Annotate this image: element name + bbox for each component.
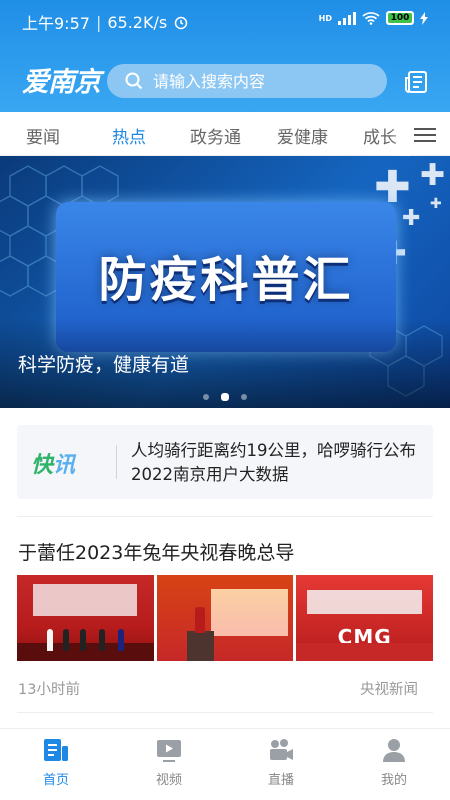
tab-yaowen[interactable]: 要闻 bbox=[26, 123, 60, 148]
search-input[interactable] bbox=[153, 71, 373, 91]
tab-aijiankang[interactable]: 爱健康 bbox=[277, 123, 328, 148]
tab-redian[interactable]: 热点 bbox=[112, 123, 146, 148]
battery-icon: 100 bbox=[386, 11, 414, 25]
banner-caption: 科学防疫，健康有道 bbox=[18, 354, 190, 376]
divider bbox=[17, 712, 433, 713]
divider bbox=[17, 516, 433, 517]
video-icon bbox=[157, 740, 181, 762]
search-icon bbox=[125, 72, 143, 90]
alarm-icon bbox=[174, 16, 188, 30]
search-bar[interactable] bbox=[107, 64, 387, 98]
hd-indicator: HD bbox=[318, 13, 332, 23]
article-images[interactable]: CMG bbox=[17, 575, 434, 661]
header: 上午9:57 | 65.2K/s HD 100 爱南京 bbox=[0, 0, 450, 112]
flash-news[interactable]: 快讯 人均骑行距离约19公里，哈啰骑行公布2022南京用户大数据 bbox=[17, 425, 433, 499]
article-title[interactable]: 于蕾任2023年兔年央视春晚总导 bbox=[18, 538, 294, 565]
nav-profile[interactable]: 我的 bbox=[354, 737, 434, 788]
medical-cross-icon: ✚ bbox=[430, 196, 442, 212]
live-camera-icon bbox=[270, 739, 293, 760]
tab-zhengwutong[interactable]: 政务通 bbox=[190, 123, 241, 148]
status-time: 上午9:57 bbox=[22, 14, 90, 33]
profile-icon bbox=[383, 739, 405, 762]
article-image-2[interactable] bbox=[156, 575, 294, 661]
newspaper-icon[interactable] bbox=[404, 70, 428, 94]
medical-cross-icon: ✚ bbox=[420, 158, 446, 193]
flash-tag: 快讯 bbox=[31, 453, 76, 478]
wifi-icon bbox=[362, 11, 380, 25]
flash-headline[interactable]: 人均骑行距离约19公里，哈啰骑行公布2022南京用户大数据 bbox=[131, 439, 423, 487]
status-bar: 上午9:57 | 65.2K/s HD 100 bbox=[0, 0, 450, 42]
nav-live[interactable]: 直播 bbox=[241, 737, 321, 788]
charging-icon bbox=[420, 11, 428, 25]
carousel-dot-active[interactable] bbox=[221, 393, 229, 401]
banner-carousel[interactable]: ✚ ✚ ✚ ✚ ✚ 防疫科普汇 科学防疫，健康有道 bbox=[0, 156, 450, 408]
bottom-nav: 首页 视频 直播 我的 bbox=[0, 728, 450, 800]
nav-home[interactable]: 首页 bbox=[16, 737, 96, 788]
menu-icon[interactable] bbox=[414, 124, 436, 144]
status-speed: 65.2K/s bbox=[107, 12, 168, 32]
app-logo[interactable]: 爱南京 bbox=[22, 60, 101, 99]
article-image-1[interactable] bbox=[17, 575, 154, 661]
home-icon bbox=[44, 739, 68, 761]
nav-video[interactable]: 视频 bbox=[129, 737, 209, 788]
article-source: 央视新闻 bbox=[360, 682, 418, 698]
article-time: 13小时前 bbox=[18, 682, 80, 698]
carousel-dots bbox=[0, 393, 450, 401]
article-image-3[interactable]: CMG bbox=[296, 575, 434, 661]
channel-tabs: 要闻 热点 政务通 爱健康 成长 bbox=[0, 112, 450, 156]
signal-icon bbox=[338, 11, 356, 25]
banner-card-title: 防疫科普汇 bbox=[98, 252, 354, 308]
medical-cross-icon: ✚ bbox=[402, 206, 421, 231]
carousel-dot[interactable] bbox=[241, 394, 247, 400]
carousel-dot[interactable] bbox=[203, 394, 209, 400]
